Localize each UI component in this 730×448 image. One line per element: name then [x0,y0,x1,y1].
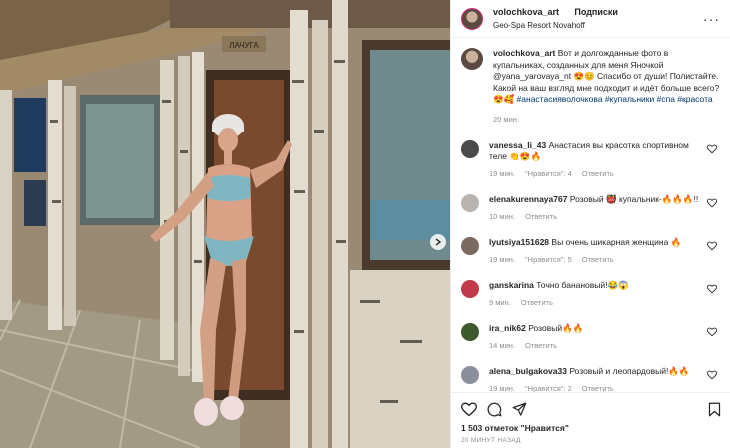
comment-row: alena_bulgakova33 Розовый и леопардовый!… [461,366,721,392]
instagram-post: ЛАЧУГА volochkova_art Подписки Geo-Spa R… [0,0,730,448]
comment-row: ganskarina Точно банановый!😂😱 9 мин. Ответ… [461,280,721,308]
comment-like-heart-icon[interactable] [707,198,717,208]
comment-like-heart-icon[interactable] [707,370,717,380]
commenter-username[interactable]: alena_bulgakova33 [489,366,567,376]
comment-body: elenakurennaya767 Розовый 👹 купальник-🔥🔥… [489,194,704,222]
comment-row: lyutsiya151628 Вы очень шикарная женщина… [461,237,721,265]
comment-body: vanessa_li_43 Анастасия вы красотка спор… [489,140,704,179]
like-heart-icon[interactable] [461,401,477,417]
comment-body: lyutsiya151628 Вы очень шикарная женщина… [489,237,704,265]
comment-body: alena_bulgakova33 Розовый и леопардовый!… [489,366,704,392]
commenter-avatar[interactable] [461,194,479,212]
reply-button[interactable]: Ответить [582,255,614,264]
comment-items: vanessa_li_43 Анастасия вы красотка спор… [461,140,721,392]
comment-likes[interactable]: "Нравится": 4 [525,169,572,178]
caption-hashtags[interactable]: #анастасияволочкова #купальники #спа #кр… [517,94,713,104]
reply-button[interactable]: Ответить [521,298,553,307]
comment-like-heart-icon[interactable] [707,284,717,294]
comment-row: vanessa_li_43 Анастасия вы красотка спор… [461,140,721,179]
comment-meta: 10 мин. Ответить [489,211,704,222]
commenter-username[interactable]: ganskarina [489,280,534,290]
comment-text: Вы очень шикарная женщина 🔥 [551,237,682,247]
comment-text: Розовый и леопардовый!🔥🔥 [569,366,690,376]
comment-time: 10 мин. [489,212,515,221]
comment-time: 14 мин. [489,341,515,350]
comment-meta: 14 мин. Ответить [489,340,704,351]
author-username[interactable]: volochkova_art [493,7,559,17]
comment-time: 9 мин. [489,298,511,307]
post-location[interactable]: Geo-Spa Resort Novahoff [493,19,618,32]
comment-text: Розовый🔥🔥 [528,323,584,333]
comments-list[interactable]: volochkova_art Вот и долгожданные фото в… [451,38,730,392]
commenter-username[interactable]: ira_nik62 [489,323,526,333]
action-icons [461,401,721,417]
comment-time: 19 мин. [489,384,515,392]
commenter-username[interactable]: elenakurennaya767 [489,194,567,204]
comment-meta: 19 мин. "Нравится": 2 Ответить [489,383,704,392]
header-text: volochkova_art Подписки Geo-Spa Resort N… [493,5,618,32]
post-panel: volochkova_art Подписки Geo-Spa Resort N… [450,0,730,448]
comment-like-heart-icon[interactable] [707,327,717,337]
comment-like-heart-icon[interactable] [707,241,717,251]
caption-time: 20 мин. [493,114,519,124]
comment-time: 19 мин. [489,169,515,178]
more-options-icon[interactable]: ··· [703,11,720,27]
reply-button[interactable]: Ответить [525,341,557,350]
comment-likes[interactable]: "Нравится": 5 [525,255,572,264]
comment-body: ganskarina Точно банановый!😂😱 9 мин. Ответ… [489,280,704,308]
comment-meta: 19 мин. "Нравится": 4 Ответить [489,168,704,179]
post-photo[interactable]: ЛАЧУГА [0,0,450,448]
comment-likes[interactable]: "Нравится": 2 [525,384,572,392]
likes-number: 1 503 [461,423,483,433]
comment-row: elenakurennaya767 Розовый 👹 купальник-🔥🔥… [461,194,721,222]
comment-body: ira_nik62 Розовый🔥🔥 14 мин. Ответить [489,323,704,351]
commenter-avatar[interactable] [461,237,479,255]
commenter-username[interactable]: vanessa_li_43 [489,140,546,150]
commenter-avatar[interactable] [461,323,479,341]
next-photo-button[interactable] [430,234,446,250]
bookmark-icon[interactable] [708,402,721,417]
comment-meta: 19 мин. "Нравится": 5 Ответить [489,254,704,265]
comment-row: ira_nik62 Розовый🔥🔥 14 мин. Ответить [461,323,721,351]
commenter-username[interactable]: lyutsiya151628 [489,237,549,247]
reply-button[interactable]: Ответить [582,169,614,178]
photo-sign-text: ЛАЧУГА [229,41,259,50]
photo-scene: ЛАЧУГА [0,0,450,448]
post-header: volochkova_art Подписки Geo-Spa Resort N… [451,0,730,38]
chevron-right-icon [435,238,442,246]
comment-text: Розовый 👹 купальник-🔥🔥🔥!! [569,194,699,204]
comment-text: Точно банановый!😂😱 [536,280,629,290]
author-avatar[interactable] [461,7,483,30]
comment-bubble-icon[interactable] [487,402,502,417]
comment-meta: 9 мин. Ответить [489,297,704,308]
posted-ago: 20 МИНУТ НАЗАД [461,437,521,444]
likes-suffix: отметок "Нравится" [482,423,569,433]
reply-button[interactable]: Ответить [582,384,614,392]
post-actions: 1 503 отметок "Нравится" 20 МИНУТ НАЗАД [451,392,730,444]
likes-count[interactable]: 1 503 отметок "Нравится" [461,423,721,433]
comment-like-heart-icon[interactable] [707,144,717,154]
follow-status-button[interactable]: Подписки [574,7,618,17]
caption-avatar[interactable] [461,48,483,70]
commenter-avatar[interactable] [461,140,479,158]
share-send-icon[interactable] [512,402,527,417]
commenter-avatar[interactable] [461,280,479,298]
caption-username[interactable]: volochkova_art [493,48,555,58]
reply-button[interactable]: Ответить [525,212,557,221]
comment-time: 19 мин. [489,255,515,264]
commenter-avatar[interactable] [461,366,479,384]
post-caption: volochkova_art Вот и долгожданные фото в… [461,48,721,125]
